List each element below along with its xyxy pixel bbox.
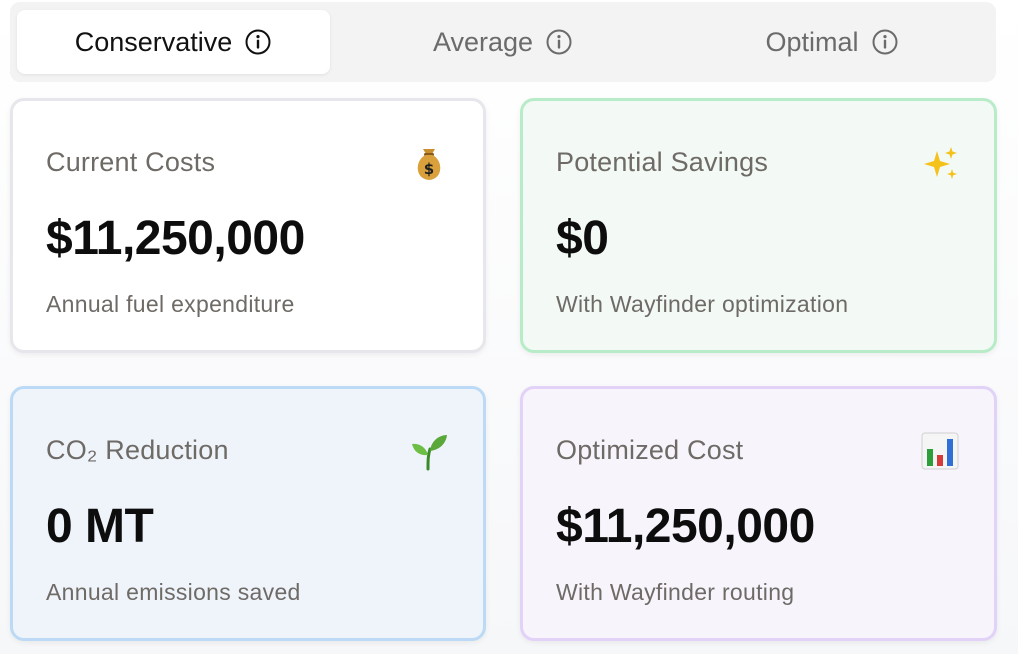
card-title: Potential Savings: [556, 147, 769, 177]
tab-label: Average: [432, 26, 534, 57]
card-subtitle: Annual fuel expenditure: [46, 291, 295, 317]
potential-savings-card: Potential Savings $0 With Wayfinder opti…: [520, 98, 997, 353]
tab-label: Optimal: [765, 26, 859, 57]
tab-label: Conservative: [74, 26, 233, 57]
svg-text:$: $: [424, 160, 434, 178]
tab-conservative[interactable]: Conservative: [17, 10, 330, 74]
money-bag-icon: $: [409, 143, 449, 183]
card-title: Current Costs: [46, 147, 216, 177]
tab-average[interactable]: Average: [345, 10, 661, 74]
card-value: $11,250,000: [556, 500, 815, 553]
co2-reduction-card: CO₂ Reduction 0 MT Annual emissions save…: [10, 386, 486, 641]
current-costs-card: Current Costs $ $11,250,000 Annual fuel …: [10, 98, 486, 353]
card-title: CO₂ Reduction: [46, 435, 229, 465]
sparkles-icon: [920, 143, 960, 183]
card-title: Optimized Cost: [556, 435, 744, 465]
savings-dashboard: Conservative Average Optimal Current Cos…: [0, 0, 1018, 654]
info-icon[interactable]: [244, 28, 272, 56]
card-value: 0 MT: [46, 500, 154, 553]
card-subtitle: Annual emissions saved: [46, 579, 301, 605]
seedling-icon: [409, 431, 449, 471]
card-value: $0: [556, 212, 609, 265]
info-icon[interactable]: [545, 28, 573, 56]
card-value: $11,250,000: [46, 212, 305, 265]
info-icon[interactable]: [871, 28, 899, 56]
scenario-tabs: Conservative Average Optimal: [10, 2, 996, 82]
tab-optimal[interactable]: Optimal: [674, 10, 990, 74]
bar-chart-icon: [920, 431, 960, 471]
optimized-cost-card: Optimized Cost $11,250,000 With Wayfinde…: [520, 386, 997, 641]
card-subtitle: With Wayfinder optimization: [556, 291, 849, 317]
card-subtitle: With Wayfinder routing: [556, 579, 795, 605]
